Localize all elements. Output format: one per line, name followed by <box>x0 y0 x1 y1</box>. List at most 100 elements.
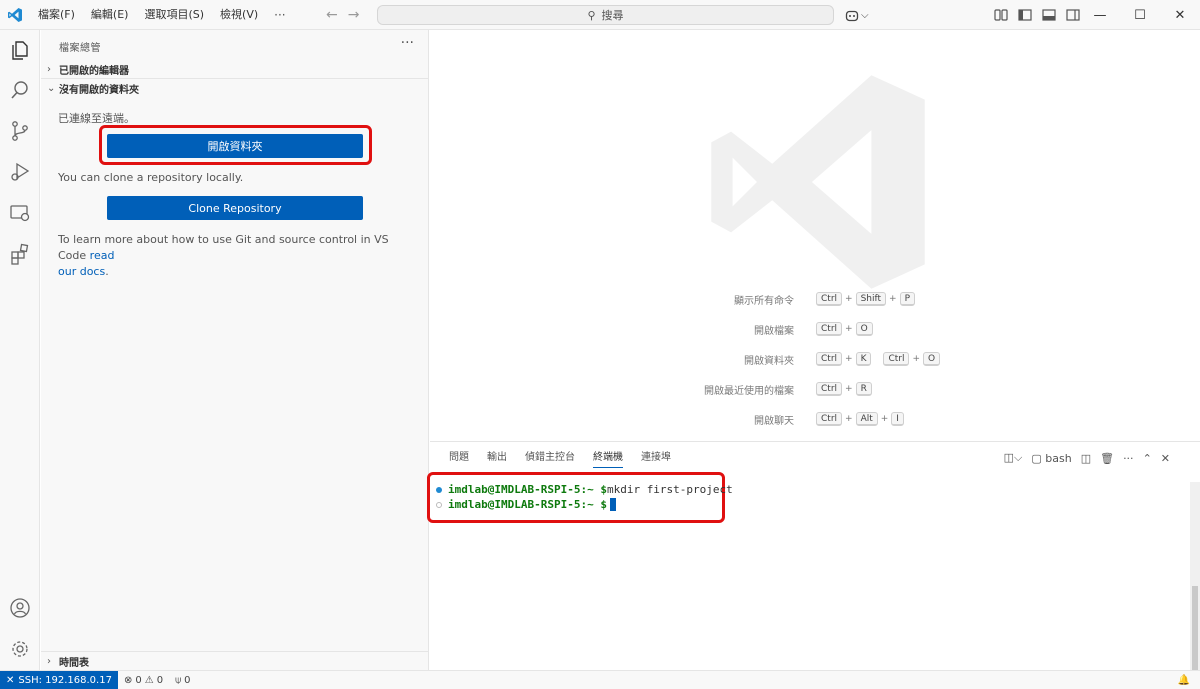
section-timeline[interactable]: › 時間表 <box>41 651 429 671</box>
maximize-icon[interactable]: ☐ <box>1120 0 1160 30</box>
remote-indicator[interactable]: ✕ SSH: 192.168.0.17 <box>0 670 118 689</box>
key: O <box>855 322 873 336</box>
terminal-command: mkdir first-project <box>606 483 733 496</box>
problems-status[interactable]: ⊗ 0 ⚠ 0 <box>118 675 169 686</box>
toggle-panel-icon[interactable] <box>1042 9 1056 21</box>
warning-count: 0 <box>156 674 164 686</box>
menu-more-icon[interactable]: ··· <box>266 8 293 22</box>
clone-repository-button[interactable]: Clone Repository <box>107 196 363 220</box>
gear-icon[interactable] <box>8 637 32 661</box>
split-terminal-dropdown-icon[interactable]: ◫⌵ <box>1004 451 1023 465</box>
extensions-icon[interactable] <box>8 242 32 266</box>
section-label: 時間表 <box>59 657 89 669</box>
terminal-scrollbar[interactable] <box>1190 482 1200 671</box>
shortcut-open-recent[interactable]: 開啟最近使用的檔案 Ctrl + R <box>430 382 1200 398</box>
key: K <box>855 352 872 366</box>
key: P <box>899 292 916 306</box>
shortcut-open-chat[interactable]: 開啟聊天 Ctrl + Alt + I <box>430 412 1200 428</box>
learn-more-period: . <box>105 265 109 278</box>
command-center-search[interactable]: ⚲ 搜尋 <box>377 5 834 25</box>
trash-icon[interactable]: 🗑 <box>1100 452 1114 465</box>
maximize-panel-icon[interactable]: ⌃ <box>1143 452 1152 465</box>
layout-controls <box>994 0 1080 30</box>
key: Ctrl <box>816 382 843 396</box>
menu-bar: 檔案(F) 編輯(E) 選取項目(S) 檢視(V) ··· <box>30 0 294 30</box>
scrollbar-thumb[interactable] <box>1192 586 1198 671</box>
key-plus: + <box>889 294 897 304</box>
terminal-line: imdlab@IMDLAB-RSPI-5:~ $ <box>430 497 1190 512</box>
key: Ctrl <box>816 292 843 306</box>
terminal-path: :~ $ <box>580 498 607 511</box>
notifications-icon[interactable]: 🔔 <box>1178 675 1200 686</box>
search-icon: ⚲ <box>587 8 596 22</box>
search-icon[interactable] <box>8 78 32 102</box>
split-terminal-icon[interactable]: ◫ <box>1081 452 1091 465</box>
tab-debug-console[interactable]: 偵錯主控台 <box>516 442 584 474</box>
copilot-button[interactable]: ⌵ <box>845 5 869 25</box>
menu-file[interactable]: 檔案(F) <box>30 0 83 30</box>
vscode-logo-icon <box>0 0 30 30</box>
our-docs-link[interactable]: our docs <box>58 265 105 278</box>
shortcut-open-file[interactable]: 開啟檔案 Ctrl + O <box>430 322 1200 338</box>
run-debug-icon[interactable] <box>8 160 32 184</box>
error-icon: ⊗ <box>123 674 133 686</box>
menu-view[interactable]: 檢視(V) <box>212 0 266 30</box>
key-plus: + <box>845 324 853 334</box>
toggle-primary-sidebar-icon[interactable] <box>1018 9 1032 21</box>
warning-icon: ⚠ <box>144 674 154 686</box>
clone-text: You can clone a repository locally. <box>58 171 244 184</box>
remote-icon: ✕ <box>6 674 15 686</box>
terminal-prompt: imdlab@IMDLAB-RSPI-5 <box>448 483 581 496</box>
chevron-right-icon: › <box>47 655 51 667</box>
chevron-right-icon: › <box>47 63 51 75</box>
shortcut-keys: Ctrl + K Ctrl + O <box>816 352 941 366</box>
section-no-folder[interactable]: ⌄ 沒有開啟的資料夾 <box>41 78 429 98</box>
tab-terminal[interactable]: 終端機 <box>584 442 632 474</box>
status-bar: ✕ SSH: 192.168.0.17 ⊗ 0 ⚠ 0 ⍦ 0 🔔 <box>0 670 1200 689</box>
terminal-shell-selector[interactable]: ▢ bash <box>1031 452 1071 465</box>
open-folder-button[interactable]: 開啟資料夾 <box>107 134 363 158</box>
ports-icon: ⍦ <box>175 674 182 686</box>
section-open-editors[interactable]: › 已開啟的編輯器 <box>41 59 429 79</box>
customize-layout-icon[interactable] <box>994 9 1008 21</box>
shell-name: bash <box>1045 451 1072 465</box>
ports-status[interactable]: ⍦ 0 <box>169 675 196 686</box>
tab-problems[interactable]: 問題 <box>440 442 478 474</box>
source-control-icon[interactable] <box>8 119 32 143</box>
close-panel-icon[interactable]: ✕ <box>1161 452 1170 465</box>
key: O <box>923 352 941 366</box>
shortcut-label: 開啟聊天 <box>754 416 794 427</box>
terminal-output[interactable]: imdlab@IMDLAB-RSPI-5:~ $ mkdir first-pro… <box>430 482 1190 512</box>
shortcut-open-folder[interactable]: 開啟資料夾 Ctrl + K Ctrl + O <box>430 352 1200 368</box>
window-controls: — ☐ ✕ <box>1080 0 1200 30</box>
terminal-icon: ▢ <box>1031 451 1042 465</box>
key: Shift <box>855 292 887 306</box>
remote-explorer-icon[interactable] <box>8 201 32 225</box>
tab-ports[interactable]: 連接埠 <box>632 442 680 474</box>
back-arrow-icon[interactable]: ← <box>326 7 338 23</box>
tab-output[interactable]: 輸出 <box>478 442 516 474</box>
forward-arrow-icon[interactable]: → <box>348 7 360 23</box>
shortcut-keys: Ctrl + R <box>816 382 872 396</box>
panel-tabs: 問題 輸出 偵錯主控台 終端機 連接埠 <box>440 442 680 474</box>
read-docs-link[interactable]: read <box>90 249 115 262</box>
accounts-icon[interactable] <box>8 596 32 620</box>
explorer-icon[interactable] <box>8 38 32 62</box>
terminal-path: :~ $ <box>580 483 607 496</box>
menu-edit[interactable]: 編輯(E) <box>83 0 137 30</box>
toggle-secondary-sidebar-icon[interactable] <box>1066 9 1080 21</box>
terminal-cursor <box>609 498 616 511</box>
more-actions-icon[interactable]: ··· <box>1123 452 1134 465</box>
key: Ctrl <box>883 352 910 366</box>
command-success-icon <box>436 486 442 493</box>
key: I <box>891 412 904 426</box>
more-actions-icon[interactable]: ··· <box>401 35 414 51</box>
panel-actions: ◫⌵ ▢ bash ◫ 🗑 ··· ⌃ ✕ <box>1004 442 1170 474</box>
minimize-icon[interactable]: — <box>1080 0 1120 30</box>
terminal-line: imdlab@IMDLAB-RSPI-5:~ $ mkdir first-pro… <box>430 482 1190 497</box>
navigation-arrows: ← → <box>326 0 359 30</box>
menu-selection[interactable]: 選取項目(S) <box>136 0 212 30</box>
close-icon[interactable]: ✕ <box>1160 0 1200 30</box>
error-count: 0 <box>135 674 142 686</box>
shortcut-show-commands[interactable]: 顯示所有命令 Ctrl + Shift + P <box>430 292 1200 308</box>
